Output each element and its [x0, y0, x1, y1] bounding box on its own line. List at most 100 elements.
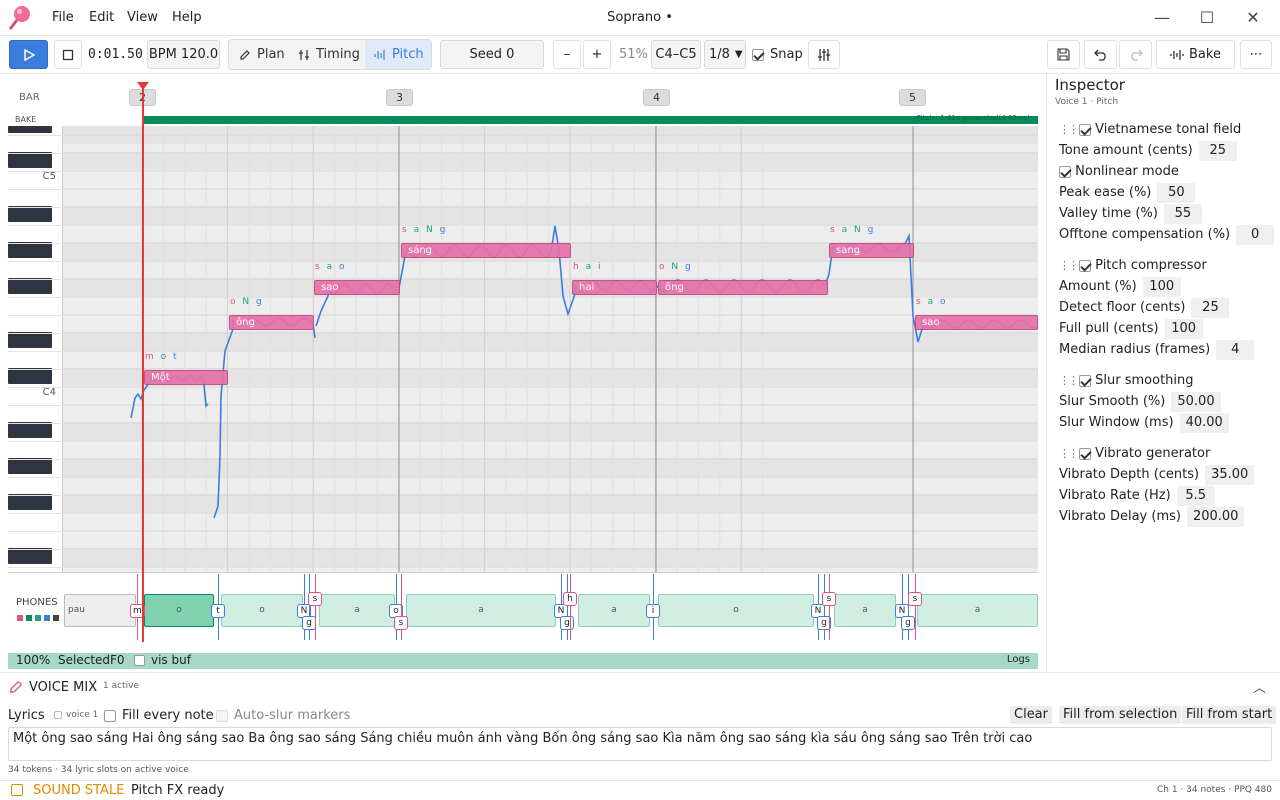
playhead-handle-icon[interactable] [137, 82, 149, 90]
snap-toggle[interactable]: Snap [752, 47, 803, 62]
more-button[interactable]: ⋯ [1240, 40, 1272, 69]
param-value[interactable]: 100 [1142, 277, 1181, 297]
param-value[interactable]: 40.00 [1179, 413, 1229, 433]
bar-marker-4[interactable]: 4 [643, 89, 670, 106]
param-value[interactable]: 200.00 [1186, 507, 1245, 527]
mode-timing-button[interactable]: Timing [290, 40, 365, 69]
mode-pitch-button[interactable]: Pitch [365, 40, 431, 69]
save-button[interactable] [1047, 40, 1080, 69]
section-slur-checkbox[interactable] [1079, 374, 1091, 387]
logs-button[interactable]: Logs [1007, 654, 1030, 665]
note-block[interactable]: ông [229, 315, 314, 330]
param-value[interactable]: 50 [1157, 183, 1196, 203]
bpm-field[interactable]: BPM 120.0 [147, 40, 220, 69]
voice-mix-header[interactable]: VOICE MIX 1 active ︿ [0, 672, 1280, 704]
param-value[interactable]: 100 [1164, 319, 1203, 339]
pitch-grid[interactable] [63, 126, 1038, 572]
quantize-select[interactable]: 1/8 ▼ [704, 40, 746, 69]
param-value[interactable]: 55 [1163, 204, 1202, 224]
section-slur-smoothing[interactable]: ⋮⋮ Slur smoothing [1059, 371, 1194, 391]
stop-button[interactable] [54, 40, 82, 69]
param-value[interactable]: 25 [1198, 141, 1237, 161]
maximize-icon[interactable]: ☐ [1197, 8, 1217, 28]
pitch-grid-canvas[interactable] [63, 126, 1038, 572]
piano-black-key[interactable] [8, 278, 52, 294]
drag-handle-icon[interactable]: ⋮⋮ [1059, 371, 1079, 391]
voice-select[interactable]: voice 1 [54, 710, 98, 720]
phones-lane[interactable] [8, 572, 1038, 642]
piano-black-key[interactable] [8, 458, 52, 474]
drag-handle-icon[interactable]: ⋮⋮ [1059, 444, 1079, 464]
piano-keyboard[interactable]: C5 C4 [8, 126, 63, 636]
note-phonemes: s a N g [830, 225, 875, 235]
fill-every-toggle[interactable]: Fill every note [104, 708, 214, 723]
grid-black-row [63, 278, 1038, 296]
piano-black-key[interactable] [8, 548, 52, 564]
param-value[interactable]: 35.00 [1205, 465, 1255, 485]
param-slur-window: Slur Window (ms) 40.00 [1059, 413, 1229, 433]
fill-from-start-button[interactable]: Fill from start [1182, 706, 1277, 724]
note-block[interactable]: sang [829, 243, 914, 258]
param-value[interactable]: 50.00 [1171, 392, 1221, 412]
bar-marker-3[interactable]: 3 [386, 89, 413, 106]
section-pitch-compressor[interactable]: ⋮⋮ Pitch compressor [1059, 256, 1207, 276]
note-block[interactable]: sáng [401, 243, 571, 258]
drag-handle-icon[interactable]: ⋮⋮ [1059, 256, 1079, 276]
param-value[interactable]: 5.5 [1176, 486, 1215, 506]
bar-marker-5[interactable]: 5 [899, 89, 926, 106]
note-block[interactable]: sao [915, 315, 1038, 330]
seed-field[interactable]: Seed 0 [440, 40, 544, 69]
piano-black-key[interactable] [8, 494, 52, 510]
lyrics-textarea[interactable]: Một ông sao sáng Hai ông sáng sao Ba ông… [8, 727, 1272, 761]
playhead[interactable] [142, 82, 144, 642]
auto-slur-toggle[interactable]: Auto-slur markers [216, 708, 350, 723]
note-phonemes: o N g [230, 297, 264, 307]
nonlinear-checkbox[interactable] [1059, 165, 1071, 178]
piano-black-key[interactable] [8, 242, 52, 258]
mode-plan-button[interactable]: Plan [229, 40, 290, 69]
clear-button[interactable]: Clear [1010, 706, 1052, 724]
piano-black-key[interactable] [8, 152, 52, 168]
play-button[interactable] [9, 40, 48, 69]
visbuf-checkbox[interactable] [134, 655, 145, 666]
piano-black-key[interactable] [8, 422, 52, 438]
chevron-up-icon[interactable]: ︿ [1253, 677, 1266, 696]
drag-handle-icon[interactable]: ⋮⋮ [1059, 120, 1079, 140]
note-block[interactable]: ông [658, 280, 828, 295]
snap-checkbox[interactable] [752, 48, 764, 61]
piano-black-key[interactable] [8, 126, 52, 133]
microphone-icon [9, 681, 22, 694]
section-tonal-checkbox[interactable] [1079, 123, 1091, 136]
section-vibrato-generator[interactable]: ⋮⋮ Vibrato generator [1059, 444, 1210, 464]
fill-from-selection-button[interactable]: Fill from selection [1059, 706, 1182, 724]
note-block[interactable]: Một [144, 370, 228, 385]
redo-button[interactable] [1119, 40, 1152, 69]
auto-slur-checkbox[interactable] [216, 709, 228, 722]
note-phonemes: s a o [916, 297, 947, 307]
note-block[interactable]: hai [572, 280, 657, 295]
piano-black-key[interactable] [8, 368, 52, 384]
minimize-icon[interactable]: — [1152, 8, 1172, 28]
voice-checkbox[interactable] [54, 711, 62, 719]
note-block[interactable]: sao [314, 280, 400, 295]
undo-button[interactable] [1084, 40, 1117, 69]
range-select[interactable]: C4–C5 [651, 40, 701, 69]
mixer-button[interactable] [808, 40, 840, 69]
param-nonlinear[interactable]: Nonlinear mode [1059, 162, 1179, 182]
param-value[interactable]: 25 [1191, 298, 1230, 318]
bake-button[interactable]: Bake [1156, 40, 1235, 69]
piano-black-key[interactable] [8, 206, 52, 222]
param-value[interactable]: 0 [1236, 225, 1275, 245]
section-vibrato-checkbox[interactable] [1079, 447, 1091, 460]
sound-stale-label: SOUND STALE [33, 783, 125, 798]
section-compressor-checkbox[interactable] [1079, 259, 1091, 272]
piano-key-divider [8, 225, 63, 226]
zoom-out-button[interactable]: – [553, 40, 581, 69]
piano-black-key[interactable] [8, 332, 52, 348]
section-tonal-field[interactable]: ⋮⋮ Vietnamese tonal field [1059, 120, 1241, 140]
close-icon[interactable]: ✕ [1243, 8, 1263, 28]
note-phoneme: a [841, 225, 850, 235]
zoom-in-button[interactable]: + [583, 40, 611, 69]
fill-every-checkbox[interactable] [104, 709, 116, 722]
param-value[interactable]: 4 [1216, 340, 1255, 360]
